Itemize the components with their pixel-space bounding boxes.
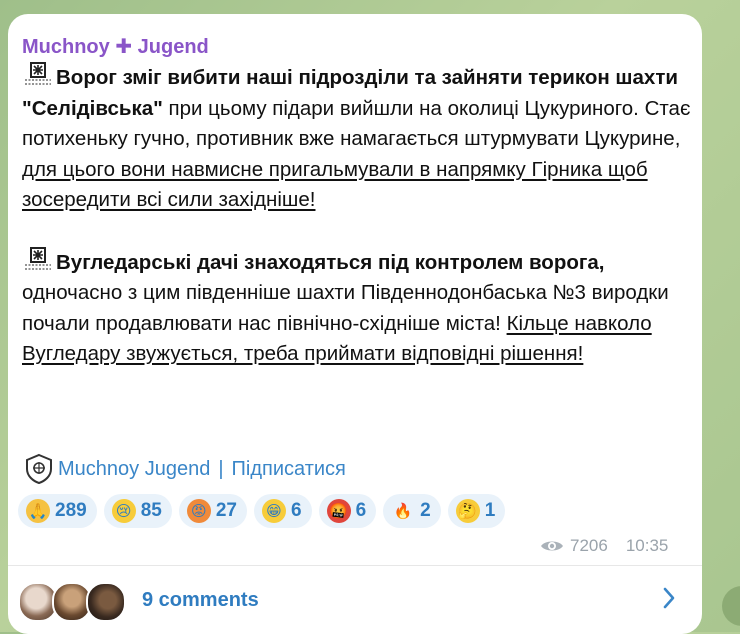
reaction-fire[interactable]: 🔥 2 xyxy=(383,494,441,528)
reaction-count: 6 xyxy=(355,500,367,521)
p2-bold: Вугледарські дачі знаходяться під контро… xyxy=(56,250,605,274)
reaction-count: 2 xyxy=(420,500,431,521)
reaction-angry-face[interactable]: 😡 27 xyxy=(178,494,247,528)
reaction-count: 6 xyxy=(290,500,302,521)
reaction-count: 289 xyxy=(55,500,87,521)
reaction-count: 27 xyxy=(215,500,237,521)
comments-row[interactable]: 9 comments xyxy=(18,572,694,628)
shield-logo-icon xyxy=(26,453,52,485)
view-count: 7206 xyxy=(570,536,608,555)
angry-face-icon: 😡 xyxy=(186,499,211,523)
signature-separator: | xyxy=(218,457,224,480)
message-time: 10:35 xyxy=(625,536,669,555)
eye-icon xyxy=(541,541,563,551)
reaction-cursing-face[interactable]: 🤬 6 xyxy=(318,494,377,528)
comments-link[interactable]: 9 comments xyxy=(142,589,259,612)
channel-name[interactable]: Muchnoy ✚ Jugend xyxy=(22,34,209,59)
cursing-face-icon: 🤬 xyxy=(326,499,351,523)
reaction-count: 85 xyxy=(140,500,162,521)
post-paragraph-1: Ворог зміг вибити наші підрозділи та зай… xyxy=(22,62,692,216)
avatar xyxy=(86,582,126,622)
message-meta: 7206 10:35 xyxy=(540,536,668,556)
scroll-button[interactable] xyxy=(722,586,740,626)
divider xyxy=(8,565,702,566)
chevron-right-icon[interactable] xyxy=(662,586,676,610)
crying-face-icon: 😢 xyxy=(111,499,136,523)
commenter-avatars xyxy=(18,580,128,622)
fire-icon: 🔥 xyxy=(393,503,413,520)
post-paragraph-2: Вугледарські дачі знаходяться під контро… xyxy=(22,246,692,370)
reaction-folded-hands[interactable]: 🙏 289 xyxy=(18,494,97,528)
reaction-grinning-face[interactable]: 😁 6 xyxy=(253,494,312,528)
p1-underlined: для цього вони навмисне пригальмували в … xyxy=(22,157,648,212)
post-text: Ворог зміг вибити наші підрозділи та зай… xyxy=(22,62,692,370)
folded-hands-icon: 🙏 xyxy=(26,499,50,523)
subscribe-link[interactable]: Підписатися xyxy=(232,458,346,481)
thinking-face-icon: 🤔 xyxy=(455,499,480,523)
signature-row: Muchnoy Jugend | Підписатися xyxy=(24,452,346,486)
reaction-count: 1 xyxy=(484,500,496,521)
grinning-face-icon: 😁 xyxy=(261,499,286,523)
signature-channel-link[interactable]: Muchnoy Jugend xyxy=(58,458,210,481)
reactions-bar: 🙏 289 😢 85 😡 27 😁 6 🤬 6 🔥 2 🤔 1 xyxy=(18,494,506,528)
emblem-icon xyxy=(25,62,51,85)
emblem-icon xyxy=(25,246,51,270)
reaction-thinking-face[interactable]: 🤔 1 xyxy=(447,494,506,528)
reaction-crying-face[interactable]: 😢 85 xyxy=(103,494,172,528)
